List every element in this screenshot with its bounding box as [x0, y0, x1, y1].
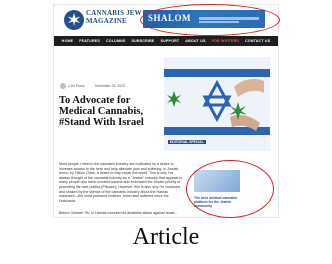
author-avatar[interactable]: [60, 83, 66, 89]
article-headline: To Advocate for Medical Cannabis, #Stand…: [59, 95, 144, 128]
article-body-continued: Before October 7th, in Hamas mounted its…: [59, 211, 178, 215]
nav-item-home[interactable]: HOME: [62, 39, 74, 43]
israeli-flag-hero-image: [164, 57, 270, 151]
nav-item-subscribe[interactable]: SUBSCRIBE: [132, 39, 155, 43]
figure-caption: Article: [132, 224, 200, 250]
nav-item-contact[interactable]: CONTACT US: [245, 39, 270, 43]
main-nav: HOME FEATURES COLUMNS SUBSCRIBE SUPPORT …: [54, 36, 278, 46]
nav-item-features[interactable]: FEATURES: [79, 39, 100, 43]
article-body: Most people I meet in the cannabis indus…: [59, 162, 183, 203]
highlight-oval: [186, 160, 274, 218]
highlight-oval: [140, 4, 280, 36]
nav-item-columns[interactable]: COLUMNS: [106, 39, 126, 43]
logo-line-1: CANNABIS JEW: [86, 9, 142, 17]
nav-item-support[interactable]: SUPPORT: [161, 39, 180, 43]
author-name[interactable]: CJM Press: [68, 84, 85, 88]
nav-item-writers[interactable]: FOR WRITERS: [212, 39, 239, 43]
site-logo-text[interactable]: CANNABIS JEW MAGAZINE: [86, 9, 142, 25]
hero-caption: EDITORIAL SPECIAL: [168, 140, 206, 144]
nav-item-about[interactable]: ABOUT US: [185, 39, 205, 43]
cannabis-leaf-logo-icon[interactable]: [63, 9, 85, 31]
logo-line-2: MAGAZINE: [86, 17, 127, 25]
post-date: November 25, 2023: [95, 84, 125, 88]
